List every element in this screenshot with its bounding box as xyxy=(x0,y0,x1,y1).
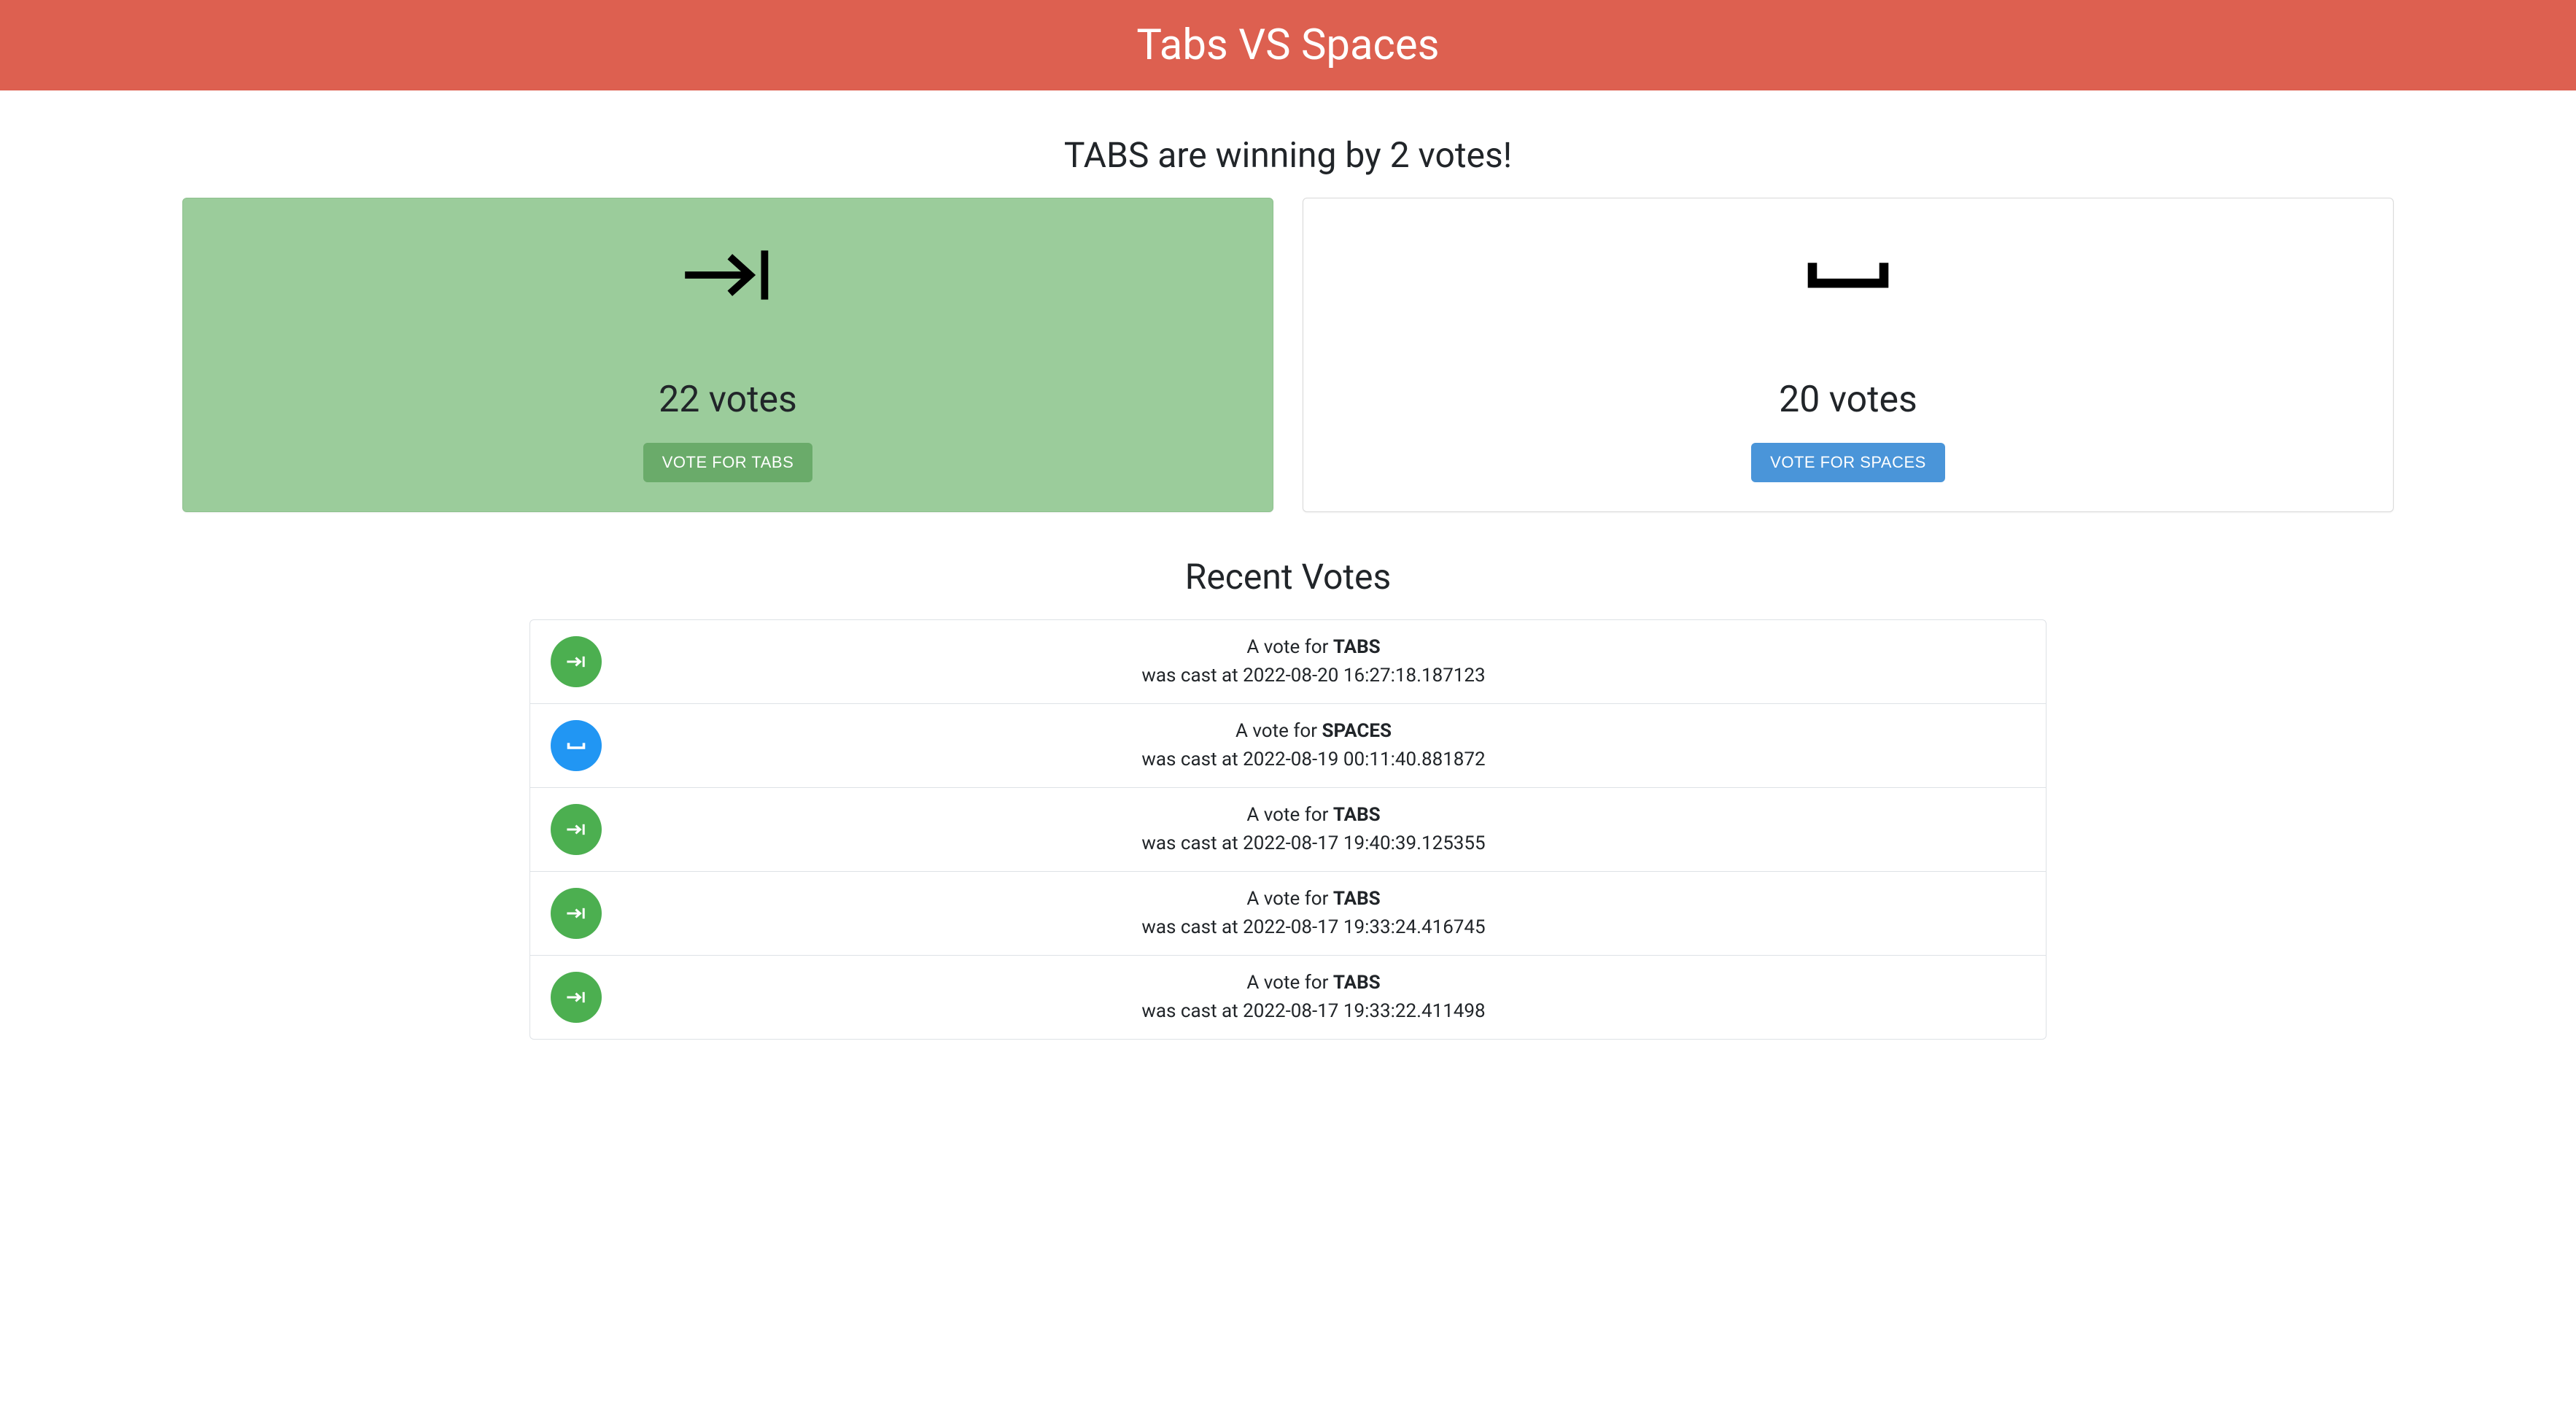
winning-subtitle: TABS are winning by 2 votes! xyxy=(0,134,2576,176)
recent-vote-text: A vote for TABS was cast at 2022-08-20 16… xyxy=(602,633,2025,690)
tab-icon xyxy=(551,972,602,1023)
space-icon xyxy=(1332,242,2364,320)
tab-icon xyxy=(551,636,602,687)
vote-type: TABS xyxy=(1333,636,1381,658)
recent-vote-item: A vote for TABS was cast at 2022-08-17 19… xyxy=(530,956,2046,1039)
recent-vote-text: A vote for SPACES was cast at 2022-08-19 … xyxy=(602,717,2025,774)
vote-prefix: A vote for xyxy=(1235,720,1322,742)
tab-icon xyxy=(551,888,602,939)
vote-prefix: A vote for xyxy=(1246,888,1333,910)
vote-timestamp: 2022-08-19 00:11:40.881872 xyxy=(1243,749,1486,770)
vote-prefix: A vote for xyxy=(1246,972,1333,994)
recent-vote-text: A vote for TABS was cast at 2022-08-17 19… xyxy=(602,801,2025,858)
vote-timestamp: 2022-08-20 16:27:18.187123 xyxy=(1243,665,1486,687)
cast-prefix: was cast at xyxy=(1141,665,1243,687)
tab-icon xyxy=(551,804,602,855)
vote-timestamp: 2022-08-17 19:40:39.125355 xyxy=(1243,832,1486,854)
spaces-vote-count: 20 votes xyxy=(1332,379,2364,421)
vote-prefix: A vote for xyxy=(1246,636,1333,658)
vote-timestamp: 2022-08-17 19:33:24.416745 xyxy=(1243,916,1486,938)
vote-cards-container: 22 votes VOTE FOR TABS 20 votes VOTE FOR… xyxy=(0,198,2576,512)
recent-vote-item: A vote for TABS was cast at 2022-08-17 19… xyxy=(530,872,2046,956)
vote-type: TABS xyxy=(1333,804,1381,826)
vote-timestamp: 2022-08-17 19:33:22.411498 xyxy=(1243,1000,1486,1022)
vote-type: SPACES xyxy=(1322,720,1392,742)
recent-vote-text: A vote for TABS was cast at 2022-08-17 19… xyxy=(602,885,2025,942)
recent-vote-item: A vote for TABS was cast at 2022-08-17 19… xyxy=(530,788,2046,872)
cast-prefix: was cast at xyxy=(1141,916,1243,938)
space-icon xyxy=(551,720,602,771)
cast-prefix: was cast at xyxy=(1141,749,1243,770)
recent-vote-item: A vote for TABS was cast at 2022-08-20 16… xyxy=(530,620,2046,704)
cast-prefix: was cast at xyxy=(1141,832,1243,854)
tabs-vote-count: 22 votes xyxy=(212,379,1244,421)
vote-prefix: A vote for xyxy=(1246,804,1333,826)
tabs-card: 22 votes VOTE FOR TABS xyxy=(182,198,1273,512)
page-header: Tabs VS Spaces xyxy=(0,0,2576,90)
cast-prefix: was cast at xyxy=(1141,1000,1243,1022)
page-title: Tabs VS Spaces xyxy=(1136,20,1439,70)
spaces-card: 20 votes VOTE FOR SPACES xyxy=(1303,198,2394,512)
vote-spaces-button[interactable]: VOTE FOR SPACES xyxy=(1751,443,1945,482)
vote-type: TABS xyxy=(1333,972,1381,994)
recent-votes-list: A vote for TABS was cast at 2022-08-20 16… xyxy=(529,619,2047,1040)
recent-votes-title: Recent Votes xyxy=(0,556,2576,598)
recent-vote-item: A vote for SPACES was cast at 2022-08-19 … xyxy=(530,704,2046,788)
vote-type: TABS xyxy=(1333,888,1381,910)
recent-vote-text: A vote for TABS was cast at 2022-08-17 19… xyxy=(602,969,2025,1026)
tab-icon xyxy=(212,242,1244,320)
vote-tabs-button[interactable]: VOTE FOR TABS xyxy=(643,443,813,482)
